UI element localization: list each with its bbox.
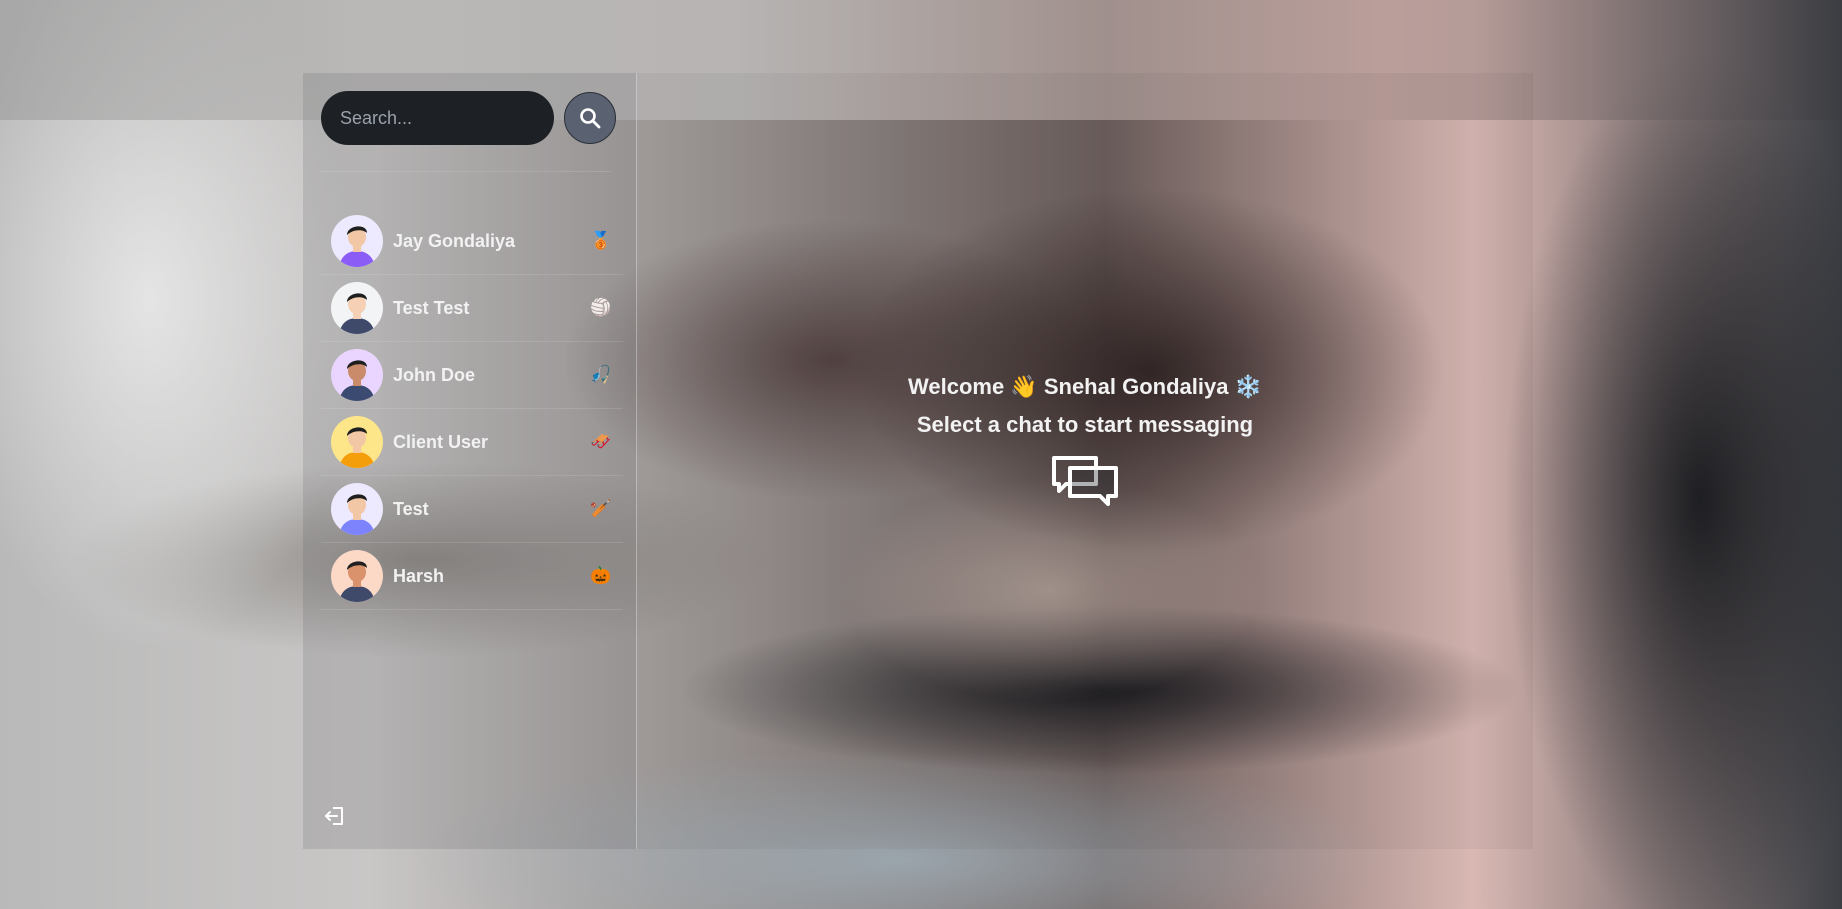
- chat-list-item[interactable]: Client User 🛷: [321, 409, 623, 476]
- chat-status-emoji: 🎃: [590, 566, 612, 585]
- search-button[interactable]: [564, 92, 616, 144]
- chat-status-emoji: 🏏: [590, 499, 612, 518]
- chat-status-emoji: 🥉: [590, 231, 612, 250]
- chat-name: John Doe: [393, 364, 476, 385]
- chat-bubbles-icon: [1052, 456, 1118, 506]
- chat-list: Jay Gondaliya 🥉 Test Test 🏐 John Doe 🎣 Client …: [321, 208, 623, 610]
- chat-app: Jay Gondaliya 🥉 Test Test 🏐 John Doe 🎣 Client …: [303, 73, 1533, 849]
- chat-status-emoji: 🛷: [590, 432, 612, 451]
- chat-list-item[interactable]: Test 🏏: [321, 476, 623, 543]
- chat-name: Jay Gondaliya: [393, 230, 516, 251]
- search-bar: [321, 91, 620, 145]
- chat-status-emoji: 🎣: [590, 365, 612, 384]
- avatar: [331, 550, 383, 602]
- sidebar: Jay Gondaliya 🥉 Test Test 🏐 John Doe 🎣 Client …: [303, 73, 637, 849]
- search-input[interactable]: [321, 91, 554, 145]
- avatar: [331, 483, 383, 535]
- chat-list-item[interactable]: Harsh 🎃: [321, 543, 623, 610]
- avatar: [331, 349, 383, 401]
- chat-name: Harsh: [393, 565, 445, 586]
- logout-icon: [325, 807, 343, 825]
- avatar: [331, 416, 383, 468]
- avatar: [331, 282, 383, 334]
- avatar: [331, 215, 383, 267]
- chat-status-emoji: 🏐: [590, 298, 612, 317]
- chat-name: Test Test: [393, 297, 470, 318]
- select-chat-prompt: Select a chat to start messaging: [916, 412, 1254, 437]
- chat-list-item[interactable]: Jay Gondaliya 🥉: [321, 208, 623, 275]
- sidebar-divider: [321, 171, 611, 172]
- chat-name: Test: [393, 498, 429, 519]
- welcome-message: Welcome 👋 Snehal Gondaliya ❄️: [908, 374, 1262, 399]
- chat-list-item[interactable]: Test Test 🏐: [321, 275, 623, 342]
- logout-button[interactable]: [323, 804, 347, 833]
- chat-list-item[interactable]: John Doe 🎣: [321, 342, 623, 409]
- search-icon: [580, 108, 601, 129]
- chat-name: Client User: [393, 431, 489, 452]
- main-panel: Welcome 👋 Snehal Gondaliya ❄️ Select a c…: [637, 73, 1533, 849]
